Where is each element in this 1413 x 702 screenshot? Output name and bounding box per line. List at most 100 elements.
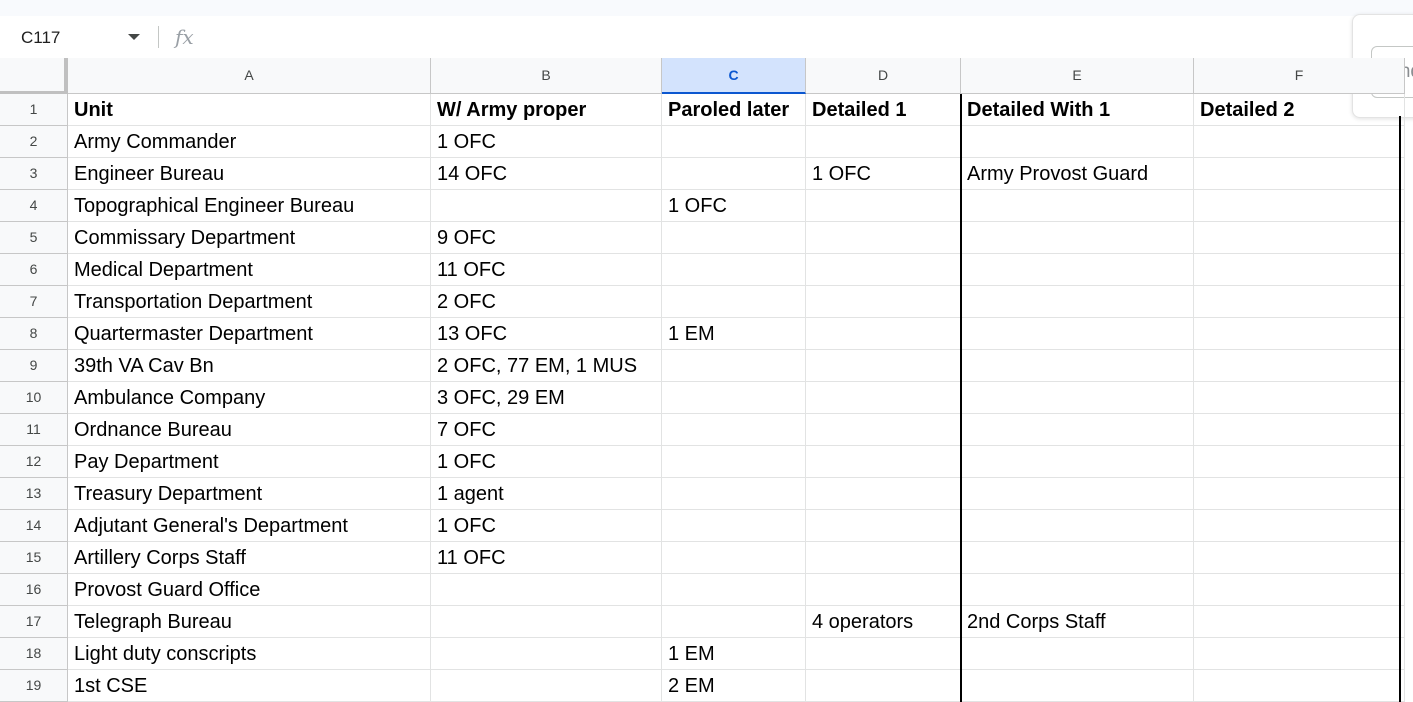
row-header[interactable]: 11 bbox=[0, 414, 68, 446]
cell-d14[interactable] bbox=[806, 510, 961, 542]
cell-d18[interactable] bbox=[806, 638, 961, 670]
cell-f8[interactable] bbox=[1194, 318, 1405, 350]
chevron-down-icon[interactable] bbox=[128, 34, 140, 40]
cell-a2[interactable]: Army Commander bbox=[68, 126, 431, 158]
cell-e14[interactable] bbox=[961, 510, 1194, 542]
cell-b3[interactable]: 14 OFC bbox=[431, 158, 662, 190]
cell-b9[interactable]: 2 OFC, 77 EM, 1 MUS bbox=[431, 350, 662, 382]
cell-e8[interactable] bbox=[961, 318, 1194, 350]
cell-d6[interactable] bbox=[806, 254, 961, 286]
cell-d13[interactable] bbox=[806, 478, 961, 510]
cell-f15[interactable] bbox=[1194, 542, 1405, 574]
cell-e16[interactable] bbox=[961, 574, 1194, 606]
cell-f12[interactable] bbox=[1194, 446, 1405, 478]
cell-d3[interactable]: 1 OFC bbox=[806, 158, 961, 190]
cell-f17[interactable] bbox=[1194, 606, 1405, 638]
cell-f3[interactable] bbox=[1194, 158, 1405, 190]
cell-b12[interactable]: 1 OFC bbox=[431, 446, 662, 478]
cell-f5[interactable] bbox=[1194, 222, 1405, 254]
cell-c17[interactable] bbox=[662, 606, 806, 638]
cell-d8[interactable] bbox=[806, 318, 961, 350]
cell-d16[interactable] bbox=[806, 574, 961, 606]
cell-d2[interactable] bbox=[806, 126, 961, 158]
cell-e1[interactable]: Detailed With 1 bbox=[961, 94, 1194, 126]
row-header[interactable]: 3 bbox=[0, 158, 68, 190]
formula-input[interactable] bbox=[210, 22, 1340, 52]
row-header[interactable]: 4 bbox=[0, 190, 68, 222]
cell-b8[interactable]: 13 OFC bbox=[431, 318, 662, 350]
cell-d5[interactable] bbox=[806, 222, 961, 254]
row-header[interactable]: 13 bbox=[0, 478, 68, 510]
cell-a3[interactable]: Engineer Bureau bbox=[68, 158, 431, 190]
cell-b4[interactable] bbox=[431, 190, 662, 222]
cell-f10[interactable] bbox=[1194, 382, 1405, 414]
row-header[interactable]: 14 bbox=[0, 510, 68, 542]
row-header[interactable]: 16 bbox=[0, 574, 68, 606]
column-header-c[interactable]: C bbox=[662, 58, 806, 94]
cell-e18[interactable] bbox=[961, 638, 1194, 670]
cell-f18[interactable] bbox=[1194, 638, 1405, 670]
cell-f9[interactable] bbox=[1194, 350, 1405, 382]
cell-a14[interactable]: Adjutant General's Department bbox=[68, 510, 431, 542]
cell-f13[interactable] bbox=[1194, 478, 1405, 510]
cell-b1[interactable]: W/ Army proper bbox=[431, 94, 662, 126]
cell-b17[interactable] bbox=[431, 606, 662, 638]
cell-a11[interactable]: Ordnance Bureau bbox=[68, 414, 431, 446]
cell-e7[interactable] bbox=[961, 286, 1194, 318]
column-header-d[interactable]: D bbox=[806, 58, 961, 94]
cell-c19[interactable]: 2 EM bbox=[662, 670, 806, 702]
cell-a16[interactable]: Provost Guard Office bbox=[68, 574, 431, 606]
row-header[interactable]: 2 bbox=[0, 126, 68, 158]
cell-a10[interactable]: Ambulance Company bbox=[68, 382, 431, 414]
cell-d17[interactable]: 4 operators bbox=[806, 606, 961, 638]
cell-b14[interactable]: 1 OFC bbox=[431, 510, 662, 542]
cell-e11[interactable] bbox=[961, 414, 1194, 446]
cell-b6[interactable]: 11 OFC bbox=[431, 254, 662, 286]
cell-c10[interactable] bbox=[662, 382, 806, 414]
cell-f2[interactable] bbox=[1194, 126, 1405, 158]
cell-c8[interactable]: 1 EM bbox=[662, 318, 806, 350]
cell-a17[interactable]: Telegraph Bureau bbox=[68, 606, 431, 638]
cell-a4[interactable]: Topographical Engineer Bureau bbox=[68, 190, 431, 222]
row-header[interactable]: 12 bbox=[0, 446, 68, 478]
cell-a5[interactable]: Commissary Department bbox=[68, 222, 431, 254]
cell-b7[interactable]: 2 OFC bbox=[431, 286, 662, 318]
cell-a7[interactable]: Transportation Department bbox=[68, 286, 431, 318]
cell-b13[interactable]: 1 agent bbox=[431, 478, 662, 510]
cell-a1[interactable]: Unit bbox=[68, 94, 431, 126]
cell-c6[interactable] bbox=[662, 254, 806, 286]
column-header-a[interactable]: A bbox=[68, 58, 431, 94]
cell-f11[interactable] bbox=[1194, 414, 1405, 446]
row-header[interactable]: 1 bbox=[0, 94, 68, 126]
row-header[interactable]: 19 bbox=[0, 670, 68, 702]
cell-c4[interactable]: 1 OFC bbox=[662, 190, 806, 222]
cell-a13[interactable]: Treasury Department bbox=[68, 478, 431, 510]
row-header[interactable]: 9 bbox=[0, 350, 68, 382]
cell-e3[interactable]: Army Provost Guard bbox=[961, 158, 1194, 190]
cell-a8[interactable]: Quartermaster Department bbox=[68, 318, 431, 350]
cell-c9[interactable] bbox=[662, 350, 806, 382]
cell-e6[interactable] bbox=[961, 254, 1194, 286]
cell-f16[interactable] bbox=[1194, 574, 1405, 606]
row-header[interactable]: 18 bbox=[0, 638, 68, 670]
cell-c13[interactable] bbox=[662, 478, 806, 510]
cell-c2[interactable] bbox=[662, 126, 806, 158]
cell-e9[interactable] bbox=[961, 350, 1194, 382]
row-header[interactable]: 6 bbox=[0, 254, 68, 286]
cell-b2[interactable]: 1 OFC bbox=[431, 126, 662, 158]
cell-f4[interactable] bbox=[1194, 190, 1405, 222]
cell-c3[interactable] bbox=[662, 158, 806, 190]
cell-e5[interactable] bbox=[961, 222, 1194, 254]
cell-b19[interactable] bbox=[431, 670, 662, 702]
row-header[interactable]: 10 bbox=[0, 382, 68, 414]
cell-c14[interactable] bbox=[662, 510, 806, 542]
column-header-f[interactable]: F bbox=[1194, 58, 1405, 94]
row-header[interactable]: 17 bbox=[0, 606, 68, 638]
cell-f14[interactable] bbox=[1194, 510, 1405, 542]
cell-c18[interactable]: 1 EM bbox=[662, 638, 806, 670]
cell-d19[interactable] bbox=[806, 670, 961, 702]
cell-e13[interactable] bbox=[961, 478, 1194, 510]
column-header-b[interactable]: B bbox=[431, 58, 662, 94]
row-header[interactable]: 8 bbox=[0, 318, 68, 350]
column-header-e[interactable]: E bbox=[961, 58, 1194, 94]
